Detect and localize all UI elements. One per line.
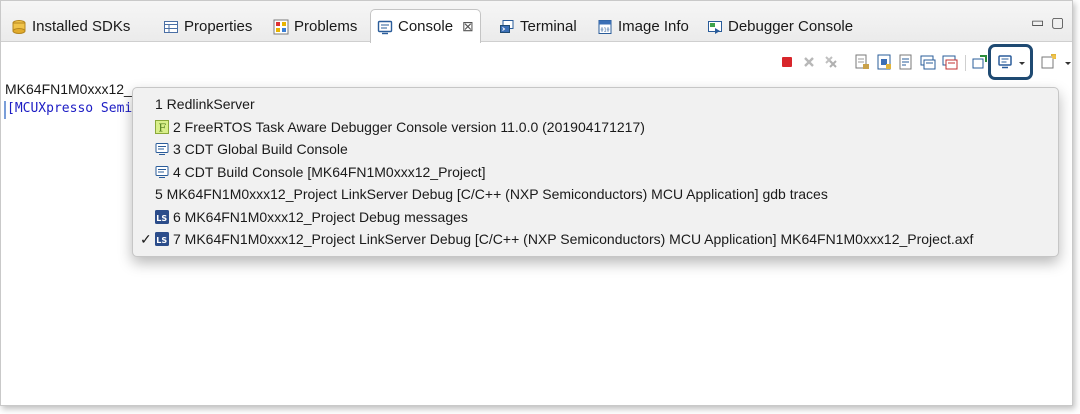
tab-properties[interactable]: Properties — [163, 11, 252, 42]
open-console-icon[interactable] — [1040, 53, 1058, 71]
menu-item-label: 6 MK64FN1M0xxx12_Project Debug messages — [173, 208, 468, 225]
menu-item-label: 1 RedlinkServer — [155, 96, 255, 113]
maximize-icon[interactable]: ▢ — [1051, 14, 1064, 31]
console-output-line: [MCUXpresso Semi Host] ... — [7, 101, 133, 116]
menu-item-cdt-global-build-console[interactable]: 3 CDT Global Build Console — [133, 138, 1058, 161]
properties-icon — [163, 19, 179, 35]
display-console-highlight — [988, 44, 1033, 80]
word-wrap-icon[interactable] — [897, 53, 915, 71]
menu-item-label: 7 MK64FN1M0xxx12_Project LinkServer Debu… — [173, 231, 974, 248]
menu-item-cdt-build-console[interactable]: 4 CDT Build Console [MK64FN1M0xxx12_Proj… — [133, 161, 1058, 184]
problems-icon — [273, 19, 289, 35]
tab-label: Terminal — [520, 18, 577, 35]
tab-installed-sdks[interactable]: Installed SDKs — [11, 11, 130, 42]
menu-item-label: 5 MK64FN1M0xxx12_Project LinkServer Debu… — [155, 186, 828, 203]
console-icon — [155, 165, 169, 179]
console-toolbar — [1, 53, 1072, 79]
debugger-console-icon — [707, 19, 723, 35]
svg-text:010: 010 — [601, 27, 610, 33]
menu-item-label: 4 CDT Build Console [MK64FN1M0xxx12_Proj… — [173, 163, 486, 180]
freertos-icon: F — [155, 119, 169, 134]
close-tab-icon[interactable]: ⊠ — [462, 18, 474, 35]
svg-text:LS: LS — [156, 214, 167, 223]
remove-all-terminated-icon[interactable] — [822, 53, 840, 71]
ls-icon: LS — [155, 232, 169, 247]
menu-item-debug-messages[interactable]: LS 6 MK64FN1M0xxx12_Project Debug messag… — [133, 206, 1058, 229]
minimize-icon[interactable]: ▭ — [1031, 14, 1044, 31]
menu-item-label: 3 CDT Global Build Console — [173, 141, 348, 158]
toolbar-separator — [965, 55, 966, 71]
show-on-output-icon[interactable] — [919, 53, 937, 71]
tab-label: Debugger Console — [728, 18, 854, 35]
tab-debugger-console[interactable]: Debugger Console — [707, 11, 853, 42]
pin-console-icon[interactable] — [971, 53, 989, 71]
checkmark-icon: ✓ — [140, 230, 152, 247]
tab-label: Image Info — [618, 18, 689, 35]
open-console-chevron-icon[interactable] — [1059, 53, 1071, 71]
menu-item-label: 2 FreeRTOS Task Aware Debugger Console v… — [173, 118, 645, 135]
clear-console-icon[interactable] — [853, 53, 871, 71]
sdk-icon — [11, 19, 27, 35]
tab-label: Installed SDKs — [32, 18, 131, 35]
menu-item-redlink-server[interactable]: 1 RedlinkServer — [133, 93, 1058, 116]
console-marker — [4, 101, 6, 119]
tab-label: Console — [398, 18, 454, 35]
remove-launch-icon[interactable] — [800, 53, 818, 71]
show-on-error-icon[interactable] — [941, 53, 959, 71]
terminal-icon — [499, 19, 515, 35]
ls-icon: LS — [155, 209, 169, 224]
tab-label: Properties — [184, 18, 253, 35]
menu-item-gdb-traces[interactable]: 5 MK64FN1M0xxx12_Project LinkServer Debu… — [133, 183, 1058, 206]
tab-terminal[interactable]: Terminal — [499, 11, 577, 42]
image-info-icon: 010 — [597, 19, 613, 35]
svg-text:F: F — [159, 121, 167, 134]
tab-image-info[interactable]: 010 Image Info — [597, 11, 689, 42]
tab-console[interactable]: Console ⊠ — [370, 9, 481, 43]
console-icon — [377, 19, 393, 35]
tab-label: Problems — [294, 18, 358, 35]
view-tab-bar: Installed SDKs Properties Problems Conso… — [1, 1, 1072, 43]
console-view-window: Installed SDKs Properties Problems Conso… — [0, 0, 1073, 406]
display-console-menu: 1 RedlinkServer F 2 FreeRTOS Task Aware … — [132, 87, 1059, 257]
console-title: MK64FN1M0xxx12_Project LinkServer Debug … — [5, 81, 133, 97]
console-icon — [155, 142, 169, 156]
menu-item-freertos-console[interactable]: F 2 FreeRTOS Task Aware Debugger Console… — [133, 116, 1058, 139]
svg-text:LS: LS — [156, 236, 167, 245]
menu-item-linkserver-axf[interactable]: ✓ LS 7 MK64FN1M0xxx12_Project LinkServer… — [133, 228, 1058, 251]
tab-problems[interactable]: Problems — [273, 11, 357, 42]
scroll-lock-icon[interactable] — [875, 53, 893, 71]
terminate-icon[interactable] — [778, 53, 796, 71]
